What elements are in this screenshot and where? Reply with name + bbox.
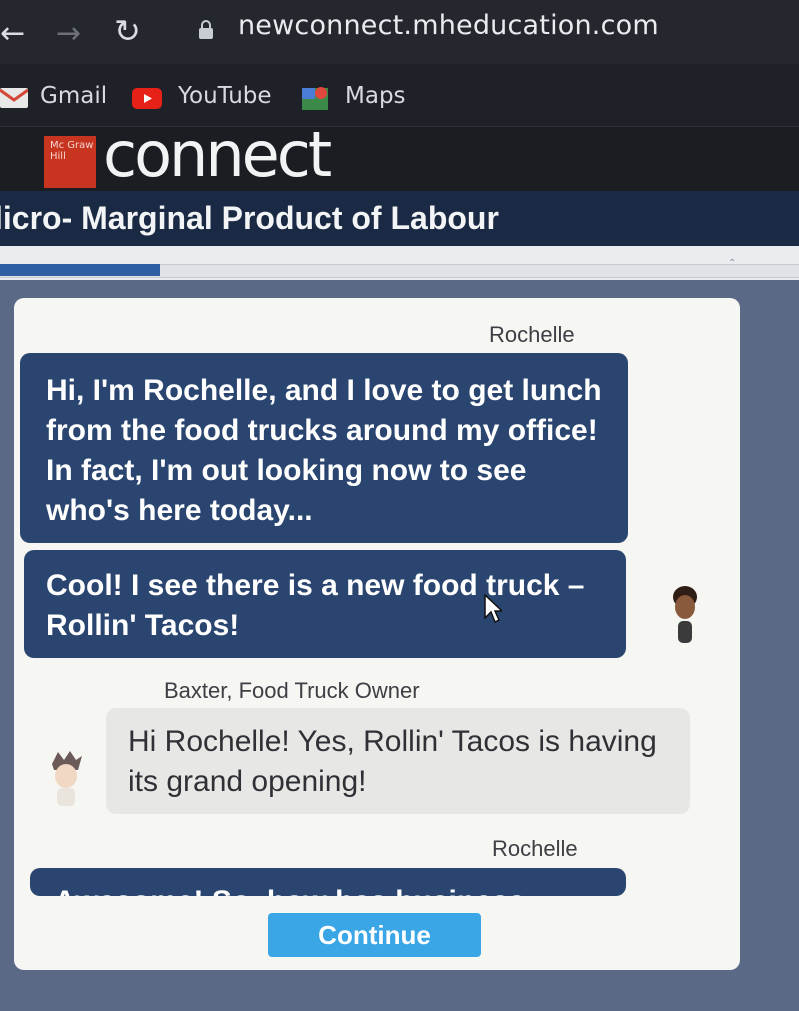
gmail-icon	[0, 88, 29, 112]
reload-icon[interactable]: ↻	[114, 12, 141, 50]
rochelle-avatar-icon	[670, 585, 700, 649]
chat-card: Rochelle Hi, I'm Rochelle, and I love to…	[14, 298, 740, 970]
page-title: licro- Marginal Product of Labour	[0, 200, 499, 236]
back-arrow-icon[interactable]: ←	[0, 16, 25, 51]
message-text: Awesome! So, how has business	[54, 885, 525, 896]
connect-logo: connect	[103, 118, 332, 191]
youtube-icon	[132, 88, 162, 113]
forward-arrow-icon[interactable]: →	[56, 16, 81, 51]
message-bubble: Hi Rochelle! Yes, Rollin' Tacos is havin…	[106, 708, 690, 814]
progress-fill	[0, 264, 160, 276]
lock-icon[interactable]	[198, 20, 214, 44]
message-text: Hi, I'm Rochelle, and I love to get lunc…	[46, 374, 602, 527]
message-bubble: Awesome! So, how has business	[30, 868, 626, 896]
message-bubble: Hi, I'm Rochelle, and I love to get lunc…	[20, 353, 628, 543]
maps-icon	[302, 84, 330, 116]
bookmark-gmail[interactable]: Gmail	[40, 83, 107, 109]
speaker-label: Rochelle	[492, 836, 578, 861]
message-text: Cool! I see there is a new food truck – …	[46, 569, 585, 642]
bookmark-maps[interactable]: Maps	[345, 83, 406, 109]
bookmark-youtube[interactable]: YouTube	[178, 83, 272, 109]
message-bubble: Cool! I see there is a new food truck – …	[24, 550, 626, 658]
continue-button[interactable]: Continue	[268, 913, 481, 957]
progress-marker: ⌃	[728, 258, 737, 269]
message-text: Hi Rochelle! Yes, Rollin' Tacos is havin…	[128, 725, 657, 798]
speaker-label: Rochelle	[489, 322, 575, 347]
baxter-avatar-icon	[48, 750, 84, 812]
address-bar[interactable]: newconnect.mheducation.com	[238, 10, 659, 41]
cursor-icon	[484, 593, 504, 628]
speaker-label: Baxter, Food Truck Owner	[164, 678, 420, 703]
mcgraw-hill-logo: Mc Graw Hill	[44, 136, 96, 188]
